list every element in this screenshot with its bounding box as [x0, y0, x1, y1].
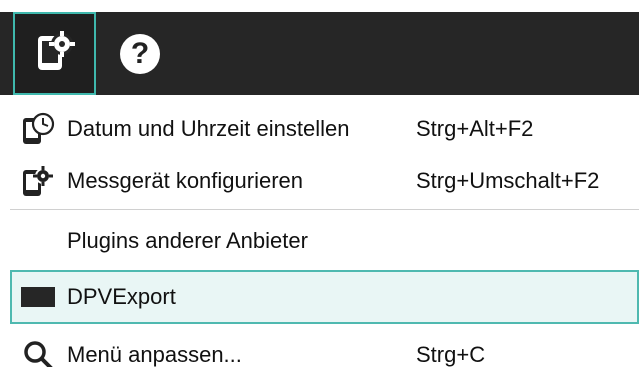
menu-item-label: Menü anpassen... — [67, 342, 242, 367]
export-icon — [20, 279, 56, 315]
clock-device-icon — [20, 111, 56, 147]
dropdown-menu: Datum und Uhrzeit einstellen Strg+Alt+F2 — [10, 95, 639, 367]
top-strip — [0, 0, 639, 12]
menu-item-label: DPVExport — [67, 284, 176, 309]
menu-item-plugins-header: Plugins anderer Anbieter — [10, 214, 639, 268]
device-settings-icon — [32, 28, 78, 79]
menu-item-date-time[interactable]: Datum und Uhrzeit einstellen Strg+Alt+F2 — [10, 102, 639, 156]
menu-item-shortcut: Strg+Umschalt+F2 — [416, 168, 600, 193]
device-settings-icon — [20, 163, 56, 199]
left-edge — [0, 95, 10, 367]
menu-item-shortcut: Strg+C — [416, 342, 486, 367]
app-window: ? Datum und Uhrzeit einstellen Strg+Alt+… — [0, 0, 639, 367]
help-toolbar-button[interactable]: ? — [110, 12, 170, 95]
search-icon — [20, 337, 56, 367]
menu-item-configure-device[interactable]: Messgerät konfigurieren Strg+Umschalt+F2 — [10, 154, 639, 208]
menu-item-label: Messgerät konfigurieren — [67, 168, 304, 193]
menu-item-dpvexport[interactable]: DPVExport — [10, 270, 639, 324]
menu-separator — [10, 209, 639, 210]
menu-item-shortcut: Strg+Alt+F2 — [416, 116, 534, 141]
toolbar: ? — [0, 12, 639, 95]
menu-item-label: Datum und Uhrzeit einstellen — [67, 116, 350, 141]
device-settings-toolbar-button[interactable] — [13, 12, 96, 95]
help-icon: ? — [120, 33, 160, 74]
menu-item-label: Plugins anderer Anbieter — [67, 228, 308, 253]
menu-item-customize-menu[interactable]: Menü anpassen... Strg+C — [10, 328, 639, 367]
